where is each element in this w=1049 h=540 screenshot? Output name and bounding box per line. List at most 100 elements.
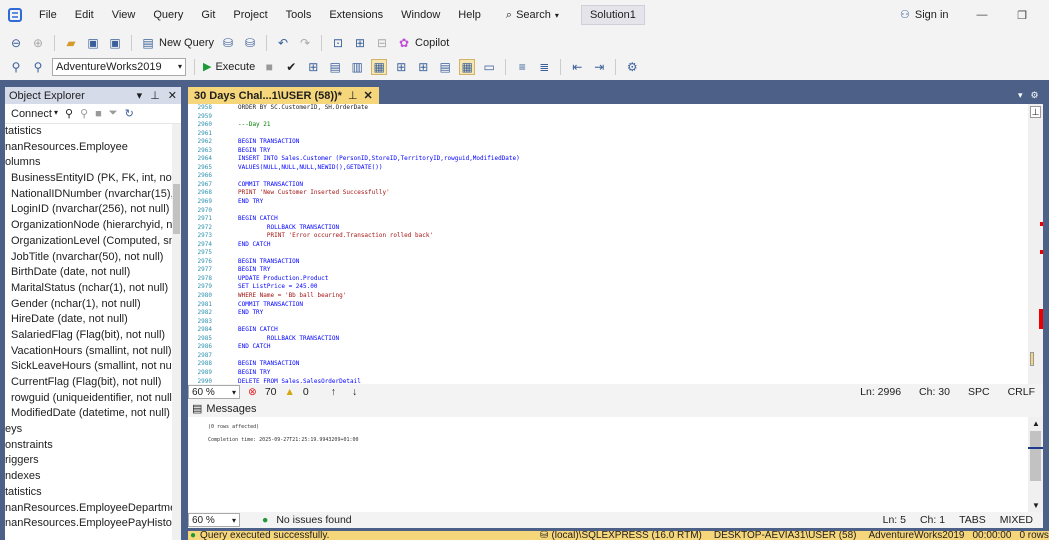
connect-plug-icon[interactable]: ⚲ [65,107,73,120]
stop-icon[interactable]: ■ [95,108,102,120]
database-select[interactable]: AdventureWorks2019 ▾ [52,57,186,76]
tree-item[interactable]: CurrentFlag (Flag(bit), not null) [5,375,181,391]
analysis-query-icon[interactable]: ⛁ [242,35,258,51]
menu-git[interactable]: Git [192,9,224,21]
change-connection-icon[interactable]: ⚲ [30,59,46,75]
tree-item[interactable]: VacationHours (smallint, not null) [5,344,181,360]
settings-icon[interactable]: ⚙ [1031,90,1039,101]
results-text-icon[interactable]: ▤ [437,59,453,75]
undo-icon[interactable]: ↶ [275,35,291,51]
query-options-icon[interactable]: ▤ [327,59,343,75]
messages-output[interactable]: (0 rows affected) Completion time: 2025-… [188,417,1028,512]
tree-item[interactable]: ModifiedDate (datetime, not null) [5,406,181,422]
editor-zoom-select[interactable]: 60 % ▾ [188,385,240,399]
tree-item[interactable]: Gender (nchar(1), not null) [5,297,181,313]
tree-item[interactable]: NationalIDNumber (nvarchar(15), n [5,187,181,203]
connect-icon[interactable]: ⚲ [8,59,24,75]
back-icon[interactable]: ⊖ [8,35,24,51]
object-explorer-scrollbar[interactable] [172,124,181,540]
intellisense-icon[interactable]: ▥ [349,59,365,75]
menu-extensions[interactable]: Extensions [320,9,392,21]
toolbox-icon[interactable]: ⊟ [374,35,390,51]
messages-scrollbar[interactable]: ▲ ▼ [1028,417,1043,512]
down-arrow-icon[interactable]: ↓ [352,386,357,398]
tree-item[interactable]: OrganizationNode (hierarchyid, nul [5,218,181,234]
live-stats-icon[interactable]: ⊞ [393,59,409,75]
outdent-icon[interactable]: ⇤ [569,59,585,75]
refresh-icon[interactable]: ↻ [125,107,134,120]
messages-zoom-select[interactable]: 60 % ▾ [188,513,240,527]
open-folder-icon[interactable]: ▰ [63,35,79,51]
pin-icon[interactable]: ⊥ [150,89,160,102]
error-icon[interactable]: ⊗ [248,386,257,398]
filter-icon[interactable]: ⏷ [109,107,118,120]
tab-dropdown-icon[interactable]: ▾ [1018,90,1023,101]
results-file-icon[interactable]: ▭ [481,59,497,75]
query-tab[interactable]: 30 Days Chal...1\USER (58))* ⊥ ✕ [188,87,379,104]
warning-icon[interactable]: ▲ [285,386,295,398]
menu-tools[interactable]: Tools [277,9,321,21]
sign-in-button[interactable]: ⚇ Sign in [900,8,949,22]
search-button[interactable]: ⌕ Search ▾ [498,9,567,22]
save-icon[interactable]: ▣ [85,35,101,51]
close-icon[interactable]: ✕ [168,89,177,102]
menu-file[interactable]: File [30,9,66,21]
tree-item[interactable]: BusinessEntityID (PK, FK, int, not nu [5,171,181,187]
messages-tab[interactable]: ▤ Messages [188,400,1043,417]
tree-item[interactable]: nanResources.EmployeeDepartment [5,501,181,517]
tree-item[interactable]: olumns [5,155,181,171]
properties-icon[interactable]: ⊞ [352,35,368,51]
tree-item[interactable]: SickLeaveHours (smallint, not null) [5,359,181,375]
tree-item[interactable]: tatistics [5,124,181,140]
menu-view[interactable]: View [103,9,145,21]
save-all-icon[interactable]: ▣ [107,35,123,51]
redo-icon[interactable]: ↷ [297,35,313,51]
tree-item[interactable]: MaritalStatus (nchar(1), not null) [5,281,181,297]
copilot-button[interactable]: ✿ Copilot [396,35,449,51]
menu-query[interactable]: Query [144,9,192,21]
indent-icon[interactable]: ⇥ [591,59,607,75]
up-arrow-icon[interactable]: ↑ [331,386,336,398]
tree-item[interactable]: HireDate (date, not null) [5,312,181,328]
tree-item[interactable]: nanResources.EmployeePayHistory [5,516,181,532]
forward-icon[interactable]: ⊕ [30,35,46,51]
client-stats-icon[interactable]: ⊞ [415,59,431,75]
tree-item[interactable]: tatistics [5,485,181,501]
close-tab-icon[interactable]: ✕ [364,89,373,102]
tree-item[interactable]: onstraints [5,438,181,454]
tree-item[interactable]: ndexes [5,469,181,485]
menu-window[interactable]: Window [392,9,449,21]
minimize-button[interactable]: — [962,0,1002,30]
parse-icon[interactable]: ✔ [283,59,299,75]
new-query-button[interactable]: ▤ New Query [140,35,214,51]
pin-icon[interactable]: ⊥ [348,89,358,102]
execute-button[interactable]: ▶ Execute [203,60,255,74]
restore-button[interactable]: ❐ [1002,0,1042,30]
stop-icon[interactable]: ■ [261,59,277,75]
tree-item[interactable]: JobTitle (nvarchar(50), not null) [5,250,181,266]
screenshot-icon[interactable]: ⊡ [330,35,346,51]
split-icon[interactable]: ⊥ [1030,106,1041,118]
tree-item[interactable]: rowguid (uniqueidentifier, not null) [5,391,181,407]
tree-item[interactable]: BirthDate (date, not null) [5,265,181,281]
tree-item[interactable]: LoginID (nvarchar(256), not null) [5,202,181,218]
database-query-icon[interactable]: ⛁ [220,35,236,51]
specify-values-icon[interactable]: ⚙ [624,59,640,75]
uncomment-icon[interactable]: ≣ [536,59,552,75]
tree-item[interactable]: nanResources.Employee [5,140,181,156]
estimated-plan-icon[interactable]: ⊞ [305,59,321,75]
dropdown-icon[interactable]: ▾ [137,89,143,102]
comment-icon[interactable]: ≡ [514,59,530,75]
menu-edit[interactable]: Edit [66,9,103,21]
results-grid-icon[interactable]: ▦ [459,58,476,75]
tree-item[interactable]: SalariedFlag (Flag(bit), not null) [5,328,181,344]
editor-scrollbar[interactable]: ⊥ [1028,104,1043,384]
tree-item[interactable]: riggers [5,453,181,469]
sql-code-editor[interactable]: 2958 ORDER BY SC.CustomerID, SH.OrderDate… [188,104,1028,384]
actual-plan-icon[interactable]: ▦ [371,58,388,75]
connect-button[interactable]: Connect ▾ [11,108,58,120]
menu-help[interactable]: Help [449,9,490,21]
tree-item[interactable]: eys [5,422,181,438]
disconnect-icon[interactable]: ⚲ [80,107,88,120]
tree-item[interactable]: OrganizationLevel (Computed, sma [5,234,181,250]
